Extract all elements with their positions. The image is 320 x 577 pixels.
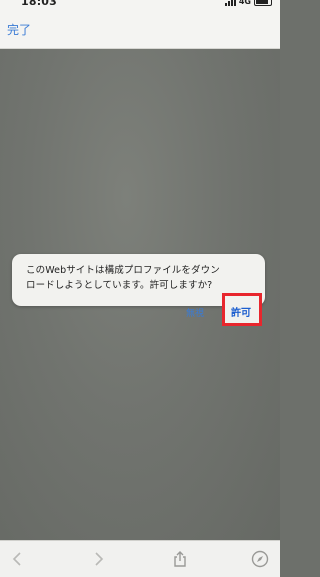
network-label: 4G <box>238 0 251 6</box>
forward-button[interactable] <box>88 549 108 569</box>
compass-button[interactable] <box>250 549 270 569</box>
back-button[interactable] <box>8 549 28 569</box>
done-button[interactable]: 完了 <box>7 21 31 38</box>
browser-toolbar <box>0 540 280 577</box>
nav-bar: 完了 <box>0 8 280 49</box>
battery-icon <box>254 0 272 6</box>
chevron-right-icon <box>95 552 104 566</box>
dialog-message: このWebサイトは構成プロファイルをダウン ロードしようとしています。許可します… <box>26 263 258 293</box>
ignore-button[interactable]: 無視 <box>186 306 204 319</box>
allow-button[interactable]: 許可 <box>231 304 251 319</box>
status-bar: 18:03 4G <box>0 0 280 8</box>
dialog-message-line2: ロードしようとしています。許可しますか? <box>26 280 213 291</box>
chevron-left-icon <box>12 552 21 566</box>
dialog-message-line1: このWebサイトは構成プロファイルをダウン <box>26 265 220 276</box>
signal-icon <box>224 0 236 6</box>
status-indicators: 4G <box>224 0 272 6</box>
share-button[interactable] <box>170 549 190 569</box>
compass-icon <box>251 550 269 568</box>
share-icon <box>174 551 186 567</box>
status-time: 18:03 <box>21 0 58 8</box>
